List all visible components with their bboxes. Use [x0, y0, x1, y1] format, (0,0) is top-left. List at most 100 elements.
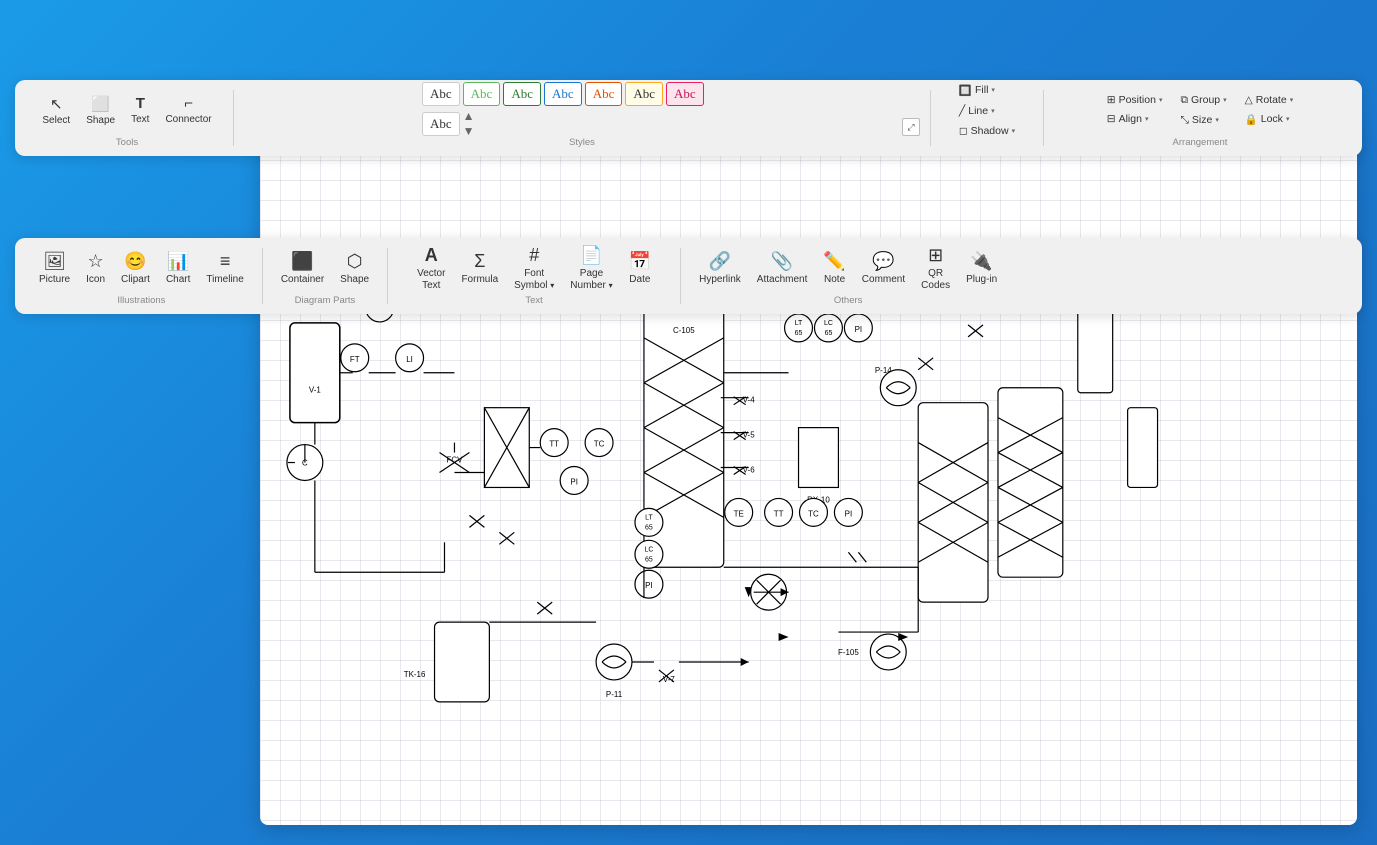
- icon-icon: ☆: [88, 251, 104, 272]
- align-icon: ⊟: [1107, 113, 1116, 125]
- attachment-button[interactable]: 📎 Attachment: [751, 248, 814, 288]
- svg-text:TC: TC: [594, 440, 605, 449]
- size-button[interactable]: ⤡ Size ▾: [1174, 112, 1232, 129]
- lock-caret: ▾: [1286, 115, 1290, 123]
- svg-text:C-105: C-105: [673, 326, 695, 335]
- diagram-parts-section: ⬛ Container ⬡ Shape Diagram Parts: [269, 244, 381, 308]
- style-btn-1[interactable]: Abc: [422, 82, 460, 106]
- size-caret: ▾: [1215, 116, 1219, 124]
- page-number-button[interactable]: 📄 PageNumber ▾: [564, 242, 618, 295]
- line-caret: ▾: [991, 107, 995, 115]
- font-symbol-button[interactable]: # FontSymbol ▾: [508, 242, 560, 295]
- svg-text:PI: PI: [645, 581, 653, 590]
- style-btn-2[interactable]: Abc: [463, 82, 501, 106]
- chart-button[interactable]: 📊 Chart: [160, 248, 196, 288]
- timeline-button[interactable]: ≡ Timeline: [200, 248, 249, 288]
- line-icon: ╱: [959, 105, 965, 117]
- text-button[interactable]: T Text: [125, 92, 155, 128]
- rotate-button[interactable]: △ Rotate ▾: [1239, 92, 1300, 108]
- hyperlink-icon: 🔗: [709, 251, 731, 272]
- svg-text:LT: LT: [645, 514, 653, 521]
- qr-codes-icon: ⊞: [928, 245, 943, 266]
- insert-toolbar: 🖼 Picture ☆ Icon 😊 Clipart 📊 Chart ≡ Tim…: [15, 238, 1362, 314]
- illustrations-section: 🖼 Picture ☆ Icon 😊 Clipart 📊 Chart ≡ Tim…: [27, 244, 256, 308]
- sep1: [233, 90, 234, 146]
- hyperlink-button[interactable]: 🔗 Hyperlink: [693, 248, 747, 288]
- date-button[interactable]: 📅 Date: [623, 248, 657, 288]
- font-symbol-icon: #: [529, 245, 539, 266]
- text-insert-section: A VectorText Σ Formula # FontSymbol ▾ 📄 …: [394, 244, 674, 308]
- svg-text:PI: PI: [845, 509, 853, 518]
- lock-button[interactable]: 🔒 Lock ▾: [1239, 111, 1300, 128]
- shape-button[interactable]: ⬜ Shape: [80, 92, 121, 129]
- canvas-area[interactable]: .pid text { font-family: Arial, sans-ser…: [260, 120, 1357, 825]
- timeline-icon: ≡: [220, 251, 231, 272]
- connector-button[interactable]: ⌐ Connector: [159, 92, 217, 128]
- group-button[interactable]: ⧉ Group ▾: [1174, 92, 1232, 109]
- fill-button[interactable]: 🔲 Fill ▾: [953, 82, 1021, 99]
- svg-text:65: 65: [825, 330, 833, 337]
- svg-text:LC: LC: [824, 320, 833, 327]
- others-section: 🔗 Hyperlink 📎 Attachment ✏️ Note 💬 Comme…: [687, 244, 1009, 308]
- svg-text:FT: FT: [350, 355, 360, 364]
- styles-expand-btn[interactable]: ▲▼: [463, 109, 475, 138]
- insert-sep2: [387, 248, 388, 304]
- line-button[interactable]: ╱ Line ▾: [953, 103, 1021, 119]
- formula-icon: Σ: [474, 251, 485, 272]
- svg-text:F-105: F-105: [838, 648, 859, 657]
- formula-button[interactable]: Σ Formula: [455, 248, 504, 288]
- position-button[interactable]: ⊞ Position ▾: [1101, 92, 1169, 108]
- sep2: [930, 90, 931, 146]
- style-btn-6[interactable]: Abc: [625, 82, 663, 106]
- rotate-icon: △: [1245, 94, 1253, 106]
- style-btn-5[interactable]: Abc: [585, 82, 623, 106]
- styles-expand-icon[interactable]: ⤢: [902, 118, 920, 136]
- qr-codes-button[interactable]: ⊞ QRCodes: [915, 242, 956, 295]
- sep3: [1043, 90, 1044, 146]
- icon-button[interactable]: ☆ Icon: [80, 248, 111, 288]
- picture-icon: 🖼: [43, 251, 66, 272]
- pid-diagram: .pid text { font-family: Arial, sans-ser…: [260, 120, 1357, 825]
- note-button[interactable]: ✏️ Note: [817, 248, 851, 288]
- style-btn-7[interactable]: Abc: [666, 82, 704, 106]
- vector-text-button[interactable]: A VectorText: [411, 242, 451, 295]
- date-icon: 📅: [629, 251, 651, 272]
- container-button[interactable]: ⬛ Container: [275, 248, 330, 288]
- svg-text:V-7: V-7: [663, 675, 676, 684]
- style-btn-4[interactable]: Abc: [544, 82, 582, 106]
- shadow-button[interactable]: ◻ Shadow ▾: [953, 123, 1021, 139]
- svg-text:LC: LC: [644, 546, 653, 553]
- style-btn-3[interactable]: Abc: [503, 82, 541, 106]
- select-button[interactable]: ↖ Select: [36, 92, 76, 129]
- page-number-icon: 📄: [580, 245, 602, 266]
- chart-icon: 📊: [167, 251, 189, 272]
- insert-shape-icon: ⬡: [347, 251, 363, 272]
- tools-section: ↖ Select ⬜ Shape T Text ⌐ Connector Tool…: [27, 86, 227, 150]
- clipart-button[interactable]: 😊 Clipart: [115, 248, 156, 288]
- svg-text:LI: LI: [406, 355, 413, 364]
- styles-section: Abc Abc Abc Abc Abc Abc Abc Abc ▲▼ Style…: [240, 86, 924, 150]
- insert-shape-button[interactable]: ⬡ Shape: [334, 248, 375, 288]
- svg-text:TC: TC: [808, 509, 819, 518]
- rotate-caret: ▾: [1290, 96, 1294, 104]
- svg-text:65: 65: [795, 330, 803, 337]
- picture-button[interactable]: 🖼 Picture: [33, 248, 76, 288]
- shadow-caret: ▾: [1012, 127, 1016, 135]
- select-icon: ↖: [50, 95, 63, 113]
- plugin-button[interactable]: 🔌 Plug-in: [960, 248, 1003, 288]
- fill-icon: 🔲: [959, 84, 972, 97]
- insert-sep1: [262, 248, 263, 304]
- top-toolbar: ↖ Select ⬜ Shape T Text ⌐ Connector Tool…: [15, 80, 1362, 156]
- align-button[interactable]: ⊟ Align ▾: [1101, 111, 1169, 127]
- svg-text:PI: PI: [570, 477, 578, 486]
- fill-caret: ▾: [991, 86, 995, 94]
- style-btn-8[interactable]: Abc: [422, 112, 460, 136]
- svg-text:TT: TT: [774, 509, 784, 518]
- comment-icon: 💬: [872, 251, 894, 272]
- attachment-icon: 📎: [771, 251, 793, 272]
- arrangement-section: ⊞ Position ▾ ⊟ Align ▾ ⧉ Group ▾ ⤡: [1050, 86, 1350, 150]
- svg-text:LT: LT: [795, 320, 803, 327]
- note-icon: ✏️: [823, 251, 845, 272]
- comment-button[interactable]: 💬 Comment: [856, 248, 911, 288]
- group-icon: ⧉: [1180, 94, 1188, 107]
